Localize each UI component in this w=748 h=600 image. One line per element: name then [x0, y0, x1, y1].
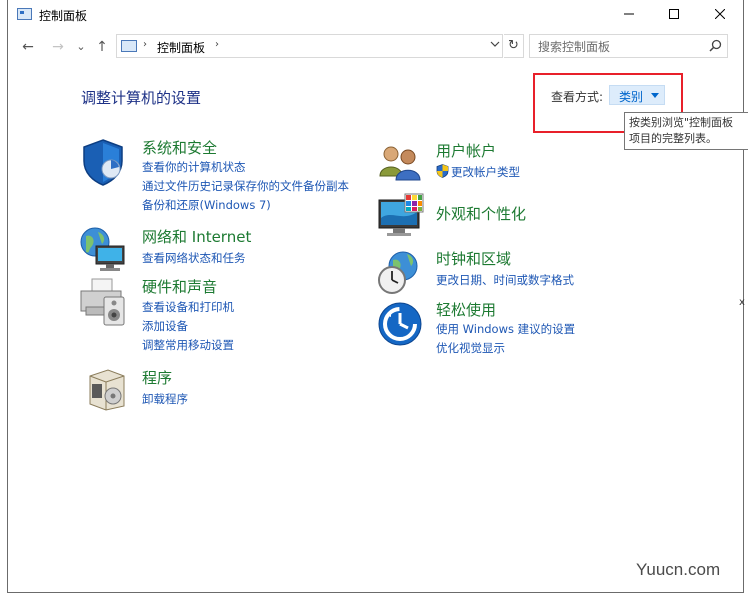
- link-view-computer-status[interactable]: 查看你的计算机状态: [142, 159, 246, 175]
- link-change-date-time-format[interactable]: 更改日期、时间或数字格式: [436, 272, 574, 288]
- programs-box-icon[interactable]: [84, 366, 134, 416]
- view-by-tooltip: 按类别浏览"控制面板 项目的完整列表。: [624, 112, 748, 150]
- page-heading: 调整计算机的设置: [81, 89, 202, 107]
- edge-text: x: [739, 297, 745, 308]
- link-backup-restore[interactable]: 备份和还原(Windows 7): [142, 197, 271, 213]
- link-devices-printers[interactable]: 查看设备和打印机: [142, 299, 234, 315]
- chevron-down-icon[interactable]: [490, 39, 500, 52]
- link-change-account-type[interactable]: 更改帐户类型: [436, 164, 520, 180]
- uac-shield-icon: [436, 164, 449, 178]
- control-panel-icon: [17, 8, 32, 20]
- ease-of-access-icon[interactable]: [377, 301, 427, 351]
- up-button[interactable]: ↑: [92, 37, 112, 57]
- tooltip-line-1: 按类别浏览"控制面板: [629, 116, 734, 129]
- user-accounts-icon[interactable]: [377, 140, 427, 190]
- close-button[interactable]: [697, 0, 743, 31]
- category-user-accounts[interactable]: 用户帐户: [436, 140, 496, 161]
- printer-icon[interactable]: [78, 277, 128, 327]
- search-icon[interactable]: [709, 39, 722, 55]
- category-hardware-sound[interactable]: 硬件和声音: [142, 276, 217, 297]
- breadcrumb-separator[interactable]: ›: [143, 39, 147, 50]
- network-globe-icon[interactable]: [78, 224, 128, 274]
- link-windows-recommended-settings[interactable]: 使用 Windows 建议的设置: [436, 321, 575, 337]
- shield-icon[interactable]: [78, 137, 128, 187]
- link-uninstall-program[interactable]: 卸载程序: [142, 391, 188, 407]
- tooltip-line-2: 项目的完整列表。: [629, 132, 717, 145]
- navigation-bar: ← → ⌄ ↑ › 控制面板 › ↻: [8, 34, 743, 60]
- minimize-icon: [624, 13, 634, 15]
- breadcrumb-separator[interactable]: ›: [215, 39, 219, 50]
- breadcrumb-control-panel[interactable]: 控制面板: [157, 39, 205, 56]
- link-change-account-type-label[interactable]: 更改帐户类型: [451, 165, 520, 179]
- category-programs[interactable]: 程序: [142, 367, 172, 388]
- back-button[interactable]: ←: [18, 37, 38, 57]
- maximize-button[interactable]: [651, 0, 697, 31]
- link-optimize-visual-display[interactable]: 优化视觉显示: [436, 340, 505, 356]
- control-panel-icon: [121, 40, 137, 52]
- recent-locations-button[interactable]: ⌄: [71, 37, 91, 57]
- link-mobility-settings[interactable]: 调整常用移动设置: [142, 337, 234, 353]
- appearance-monitor-icon[interactable]: [377, 192, 427, 242]
- search-box[interactable]: [529, 34, 728, 58]
- category-system-security[interactable]: 系统和安全: [142, 137, 217, 158]
- address-bar[interactable]: › 控制面板 ›: [116, 34, 503, 58]
- category-clock-region[interactable]: 时钟和区域: [436, 248, 511, 269]
- close-icon: [714, 8, 726, 20]
- clock-globe-icon[interactable]: [377, 248, 427, 298]
- search-input[interactable]: [536, 38, 700, 56]
- category-appearance[interactable]: 外观和个性化: [436, 203, 526, 224]
- watermark: Yuucn.com: [636, 560, 721, 579]
- forward-button[interactable]: →: [48, 37, 68, 57]
- control-panel-window: 控制面板 ← → ⌄ ↑ › 控制面板 › ↻ 搜索控制面板 调整计算机的设置 …: [7, 0, 744, 593]
- link-network-status[interactable]: 查看网络状态和任务: [142, 250, 246, 266]
- link-file-history[interactable]: 通过文件历史记录保存你的文件备份副本: [142, 178, 349, 194]
- link-add-device[interactable]: 添加设备: [142, 318, 188, 334]
- window-title: 控制面板: [39, 9, 88, 23]
- title-bar: 控制面板: [8, 0, 743, 31]
- category-network-internet[interactable]: 网络和 Internet: [142, 226, 251, 247]
- minimize-button[interactable]: [606, 0, 652, 31]
- maximize-icon: [669, 9, 679, 19]
- refresh-button[interactable]: ↻: [504, 34, 524, 58]
- category-ease-of-access[interactable]: 轻松使用: [436, 299, 496, 320]
